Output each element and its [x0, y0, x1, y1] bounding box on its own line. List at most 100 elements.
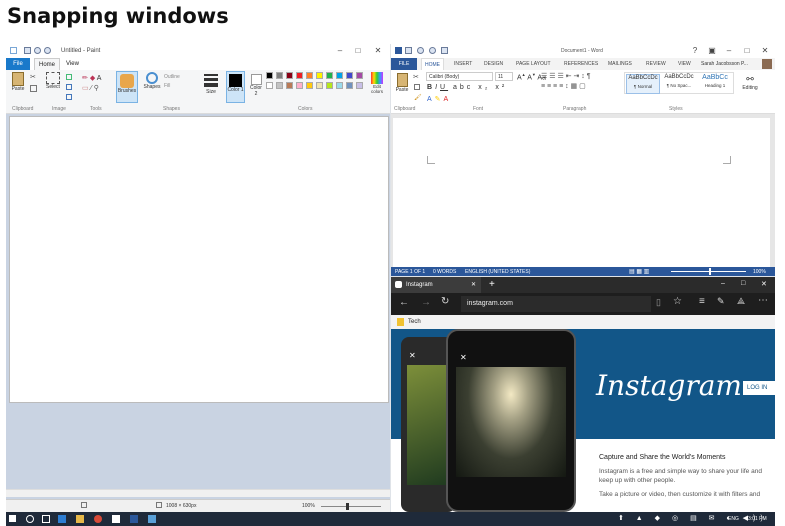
palette-swatch[interactable] — [276, 82, 283, 89]
chrome-taskbar-icon[interactable] — [94, 515, 102, 523]
palette-swatch[interactable] — [296, 72, 303, 79]
tools-group[interactable]: ✏ ◆ A ▭ ⁄ ⚲ — [82, 74, 108, 96]
paint-titlebar[interactable]: Untitled - Paint – □ ✕ — [6, 44, 390, 58]
system-tray-icons[interactable]: ⬆ ▲ ◆ ◎ ▤ ✉ ◐ ◀)) — [618, 514, 768, 522]
word-titlebar[interactable]: Document1 - Word ? ▣ – □ ✕ — [391, 44, 775, 58]
view-buttons[interactable]: ▤ ▦ ▥ — [629, 268, 649, 275]
clock-time[interactable]: 3:01 PM — [748, 516, 767, 522]
palette-swatch[interactable] — [296, 82, 303, 89]
shapes-button[interactable]: Shapes — [143, 72, 161, 90]
style-heading1[interactable]: AaBbCc Heading 1 — [698, 74, 732, 94]
close-button[interactable]: ✕ — [761, 280, 767, 288]
favorite-star-icon[interactable]: ☆ — [673, 296, 682, 307]
palette-swatch[interactable] — [276, 72, 283, 79]
copy-icon[interactable] — [30, 85, 37, 92]
style-normal[interactable]: AaBbCcDc ¶ Normal — [626, 74, 660, 94]
palette-swatch[interactable] — [356, 82, 363, 89]
font-size-field[interactable]: 11 — [495, 72, 513, 81]
picker-icon[interactable]: ⁄ — [91, 85, 92, 92]
tab-design[interactable]: DESIGN — [484, 58, 503, 70]
undo-icon[interactable] — [34, 47, 41, 54]
cut-icon[interactable]: ✂ — [413, 73, 419, 81]
hub-icon[interactable]: ≡ — [699, 296, 705, 307]
palette-swatch[interactable] — [266, 82, 273, 89]
ribbon-options-button[interactable]: ▣ — [706, 46, 718, 55]
font-format-buttons[interactable]: BIU abc x₂ x² — [427, 84, 507, 91]
back-icon[interactable]: ← — [399, 297, 409, 308]
tab-view[interactable]: VIEW — [678, 58, 691, 70]
minimize-button[interactable]: – — [723, 46, 735, 55]
palette-swatch[interactable] — [326, 72, 333, 79]
select-button[interactable]: Select — [44, 72, 62, 90]
maximize-button[interactable]: □ — [352, 46, 364, 55]
font-color-buttons[interactable]: A✎A — [427, 95, 451, 103]
save-icon[interactable] — [405, 47, 412, 54]
forward-icon[interactable]: → — [421, 297, 431, 308]
paragraph-buttons[interactable]: ☰ ☰ ☰ ⇤ ⇥ ↕ ¶ ≡ ≡ ≡ ≡ ↕ ▦ ▢ — [541, 72, 603, 102]
zoom-slider[interactable] — [321, 506, 381, 507]
tab-mailings[interactable]: MAILINGS — [608, 58, 632, 70]
undo-icon[interactable] — [417, 47, 424, 54]
tab-view[interactable]: View — [66, 58, 79, 70]
paste-button[interactable]: Paste — [10, 72, 26, 92]
palette-swatch[interactable] — [306, 72, 313, 79]
tab-references[interactable]: REFERENCES — [564, 58, 598, 70]
tab-review[interactable]: REVIEW — [646, 58, 666, 70]
outline-dropdown[interactable]: Outline — [164, 74, 180, 80]
address-bar[interactable]: instagram.com — [461, 296, 651, 312]
tab-page-layout[interactable]: PAGE LAYOUT — [516, 58, 551, 70]
palette-swatch[interactable] — [326, 82, 333, 89]
color2-button[interactable]: Color 2 — [248, 72, 264, 97]
print-icon[interactable] — [441, 47, 448, 54]
text-icon[interactable]: A — [97, 75, 102, 82]
edge-taskbar-icon[interactable] — [58, 515, 66, 523]
format-painter-icon[interactable]: 🖌 — [414, 94, 422, 101]
resize-icon[interactable] — [66, 84, 72, 90]
crop-icon[interactable] — [66, 74, 72, 80]
login-button[interactable]: LOG IN — [743, 381, 775, 395]
maximize-button[interactable]: □ — [741, 46, 753, 55]
task-view-icon[interactable] — [42, 515, 50, 523]
palette-swatch[interactable] — [336, 82, 343, 89]
palette-swatch[interactable] — [316, 72, 323, 79]
color1-button[interactable]: Color 1 — [226, 71, 245, 103]
palette-swatch[interactable] — [336, 72, 343, 79]
reading-view-icon[interactable]: ▯ — [656, 297, 661, 308]
tab-file[interactable]: File — [6, 58, 30, 70]
zoom-thumb[interactable] — [346, 503, 349, 510]
zoom-level[interactable]: 100% — [753, 269, 766, 275]
palette-swatch[interactable] — [286, 72, 293, 79]
palette-swatch[interactable] — [356, 72, 363, 79]
tab-instagram[interactable]: Instagram ✕ — [391, 277, 481, 293]
style-no-spacing[interactable]: AaBbCcDc ¶ No Spac... — [662, 74, 696, 94]
pencil-icon[interactable]: ✏ — [82, 75, 88, 82]
paste-button[interactable]: Paste — [394, 73, 410, 93]
help-button[interactable]: ? — [689, 46, 701, 55]
paint-canvas[interactable] — [9, 116, 389, 403]
word-count[interactable]: 0 WORDS — [433, 269, 456, 275]
cut-icon[interactable]: ✂ — [30, 73, 38, 81]
page-count[interactable]: PAGE 1 OF 1 — [395, 269, 425, 275]
refresh-icon[interactable]: ↻ — [441, 296, 449, 307]
word-page[interactable] — [393, 118, 770, 267]
minimize-button[interactable]: – — [721, 280, 725, 287]
maximize-button[interactable]: □ — [741, 280, 745, 287]
font-name-field[interactable]: Calibri (Body) — [426, 72, 493, 81]
new-tab-button[interactable]: + — [489, 279, 495, 290]
fill-icon[interactable]: ◆ — [90, 75, 95, 82]
palette-swatch[interactable] — [346, 82, 353, 89]
close-button[interactable]: ✕ — [759, 46, 771, 55]
palette-swatch[interactable] — [266, 72, 273, 79]
copy-icon[interactable] — [414, 84, 420, 90]
editing-button[interactable]: ⚯ Editing — [738, 74, 762, 91]
close-button[interactable]: ✕ — [372, 46, 384, 55]
magnifier-icon[interactable]: ⚲ — [94, 85, 99, 92]
brushes-button[interactable]: Brushes — [116, 71, 138, 103]
avatar[interactable] — [762, 59, 772, 69]
paint-taskbar-icon[interactable] — [148, 515, 156, 523]
language-status[interactable]: ENGLISH (UNITED STATES) — [465, 269, 530, 275]
more-icon[interactable]: ⋯ — [758, 295, 768, 306]
palette-swatch[interactable] — [286, 82, 293, 89]
cortana-icon[interactable] — [26, 515, 34, 523]
redo-icon[interactable] — [429, 47, 436, 54]
